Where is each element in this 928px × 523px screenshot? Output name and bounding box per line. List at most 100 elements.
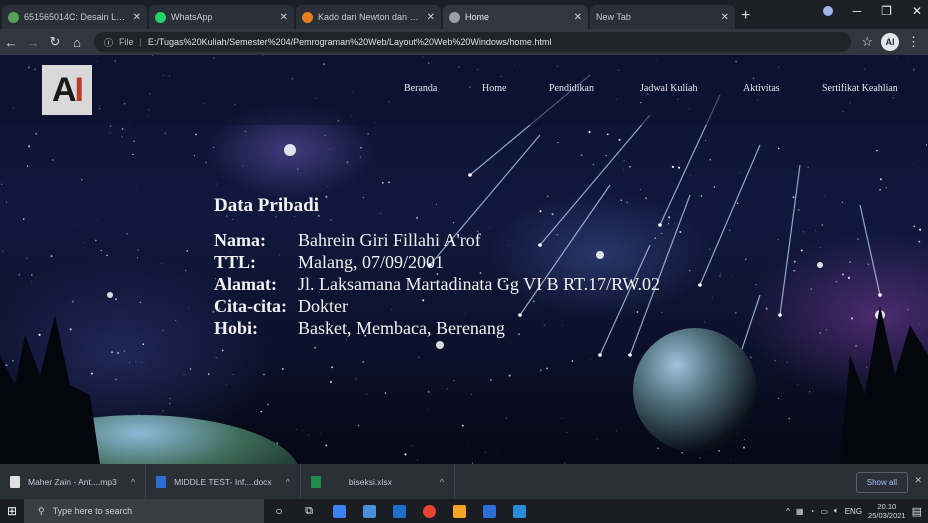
download-item[interactable]: MIDDLE TEST- Inf....docx ^ xyxy=(146,464,301,499)
minimize-button[interactable]: ─ xyxy=(853,4,862,18)
browser-menu-icon[interactable]: ⋮ xyxy=(907,34,920,50)
url-text: E:/Tugas%20Kuliah/Semester%204/Pemrogram… xyxy=(147,37,552,47)
new-tab-button[interactable]: + xyxy=(741,5,750,29)
browser-tab[interactable]: New Tab ✕ xyxy=(590,5,735,29)
site-logo[interactable]: AI xyxy=(42,65,92,115)
nav-link-aktivitas[interactable]: Aktivitas xyxy=(743,83,780,94)
bookmark-star-icon[interactable]: ☆ xyxy=(861,34,873,50)
task-view-icon[interactable]: ⧉ xyxy=(294,499,324,523)
browser-tab[interactable]: Kado dari Newton dan Raph ✕ xyxy=(296,5,441,29)
browser-tab-active[interactable]: Home ✕ xyxy=(443,5,588,29)
field-row: Alamat: Jl. Laksamana Martadinata Gg VI … xyxy=(214,273,660,295)
whatsapp-icon xyxy=(155,11,166,23)
download-filename: biseksi.xlsx xyxy=(348,476,392,487)
tab-title: Kado dari Newton dan Raph xyxy=(318,12,422,22)
page-viewport: AI Beranda Home Pendidikan Jadwal Kuliah… xyxy=(0,55,928,464)
vscode-icon[interactable] xyxy=(504,499,534,523)
field-label: Hobi: xyxy=(214,318,259,338)
windows-start-icon[interactable]: ⊞ xyxy=(0,504,24,518)
close-tab-icon[interactable]: ✕ xyxy=(427,12,435,23)
chevron-up-icon[interactable]: ^ xyxy=(286,477,290,487)
back-button[interactable]: ← xyxy=(0,35,22,50)
word-file-icon xyxy=(156,475,167,488)
field-label: Nama: xyxy=(214,230,266,250)
show-all-button[interactable]: Show all xyxy=(855,472,908,493)
field-row: Cita-cita: Dokter xyxy=(214,295,660,317)
windows-taskbar: ⊞ ⚲ Type here to search ○ ⧉ ^ ▦ ◔ ▭ 🔈︎ E… xyxy=(0,499,928,523)
address-bar[interactable]: ⓘ File | E:/Tugas%20Kuliah/Semester%204/… xyxy=(94,32,852,52)
nav-link-sertifikat-keahlian[interactable]: Sertifikat Keahlian xyxy=(822,83,898,94)
personal-data-section: Data Pribadi Nama: Bahrein Giri Fillahi … xyxy=(214,195,660,339)
notification-icon[interactable]: ▤ xyxy=(912,505,922,518)
chevron-up-icon[interactable]: ^ xyxy=(786,507,790,516)
profile-avatar[interactable]: AI xyxy=(881,33,899,51)
close-tab-icon[interactable]: ✕ xyxy=(574,12,582,23)
tab-title: New Tab xyxy=(596,12,631,22)
battery-icon[interactable]: ▭ xyxy=(820,507,828,516)
download-filename: MIDDLE TEST- Inf....docx xyxy=(174,476,272,487)
downloads-bar: Maher Zain - Ant....mp3 ^ MIDDLE TEST- I… xyxy=(0,464,928,499)
reload-button[interactable]: ↻ xyxy=(44,34,66,50)
section-title: Data Pribadi xyxy=(214,195,320,216)
taskbar-app-icon[interactable] xyxy=(324,499,354,523)
info-icon[interactable]: ⓘ xyxy=(104,36,113,49)
excel-file-icon xyxy=(310,475,321,488)
search-placeholder: Type here to search xyxy=(52,506,133,516)
volume-icon[interactable]: 🔈︎ xyxy=(834,506,839,516)
address-scheme-label: File xyxy=(119,37,134,47)
field-value: Malang, 07/09/2001 xyxy=(298,252,444,272)
taskbar-search[interactable]: ⚲ Type here to search xyxy=(24,499,264,523)
file-explorer-icon[interactable] xyxy=(354,499,384,523)
field-value: Jl. Laksamana Martadinata Gg VI B RT.17/… xyxy=(298,274,661,294)
language-indicator[interactable]: ENG xyxy=(845,507,862,516)
close-tab-icon[interactable]: ✕ xyxy=(133,12,141,23)
clock-date: 25/03/2021 xyxy=(868,511,906,520)
tab-title: Home xyxy=(465,12,490,22)
field-row: Hobi: Basket, Membaca, Berenang xyxy=(214,317,660,339)
browser-tab[interactable]: 651565014C: Desain Layout ✕ xyxy=(2,5,147,29)
globe-icon xyxy=(449,11,460,23)
close-downloads-icon[interactable]: ✕ xyxy=(914,475,922,486)
address-separator: | xyxy=(139,37,142,47)
window-controls: ─ ❐ ✕ xyxy=(822,4,922,18)
tab-title: WhatsApp xyxy=(171,12,213,22)
tab-title: 651565014C: Desain Layout xyxy=(24,12,128,22)
download-filename: Maher Zain - Ant....mp3 xyxy=(28,476,117,487)
field-label: TTL: xyxy=(214,252,257,272)
download-item[interactable]: Maher Zain - Ant....mp3 ^ xyxy=(0,464,147,499)
clock[interactable]: 20.10 25/03/2021 xyxy=(868,502,906,520)
chevron-up-icon[interactable]: ^ xyxy=(131,477,135,487)
nav-link-jadwal-kuliah[interactable]: Jadwal Kuliah xyxy=(640,83,698,94)
chrome-icon[interactable] xyxy=(414,499,444,523)
tab-favicon-icon xyxy=(302,11,313,23)
field-value: Dokter xyxy=(298,296,348,316)
maximize-button[interactable]: ❐ xyxy=(881,4,892,18)
close-tab-icon[interactable]: ✕ xyxy=(721,12,729,23)
home-button[interactable]: ⌂ xyxy=(66,35,88,50)
tab-favicon-icon xyxy=(8,11,19,23)
wifi-icon[interactable]: ◔ xyxy=(809,507,814,516)
extension-icon[interactable] xyxy=(822,6,833,16)
close-tab-icon[interactable]: ✕ xyxy=(280,12,288,23)
audio-file-icon xyxy=(10,475,20,488)
field-value: Basket, Membaca, Berenang xyxy=(298,318,505,338)
field-label: Cita-cita: xyxy=(214,296,287,316)
clock-time: 20.10 xyxy=(877,502,897,511)
site-header: AI Beranda Home Pendidikan Jadwal Kuliah… xyxy=(0,55,928,125)
cortana-icon[interactable]: ○ xyxy=(264,499,294,523)
store-icon[interactable] xyxy=(384,499,414,523)
nav-link-beranda[interactable]: Beranda xyxy=(404,83,437,94)
word-icon[interactable] xyxy=(474,499,504,523)
network-icon[interactable]: ▦ xyxy=(796,507,804,516)
nav-link-pendidikan[interactable]: Pendidikan xyxy=(549,83,594,94)
forward-button[interactable]: → xyxy=(22,35,44,50)
field-row: Nama: Bahrein Giri Fillahi A'rof xyxy=(214,229,660,251)
chevron-up-icon[interactable]: ^ xyxy=(440,477,444,487)
nav-link-home[interactable]: Home xyxy=(482,83,506,94)
close-window-button[interactable]: ✕ xyxy=(912,4,922,18)
download-item[interactable]: biseksi.xlsx ^ xyxy=(301,464,456,499)
browser-toolbar: ← → ↻ ⌂ ⓘ File | E:/Tugas%20Kuliah/Semes… xyxy=(0,29,928,55)
sublime-icon[interactable] xyxy=(444,499,474,523)
search-icon: ⚲ xyxy=(38,505,45,516)
browser-tab[interactable]: WhatsApp ✕ xyxy=(149,5,294,29)
